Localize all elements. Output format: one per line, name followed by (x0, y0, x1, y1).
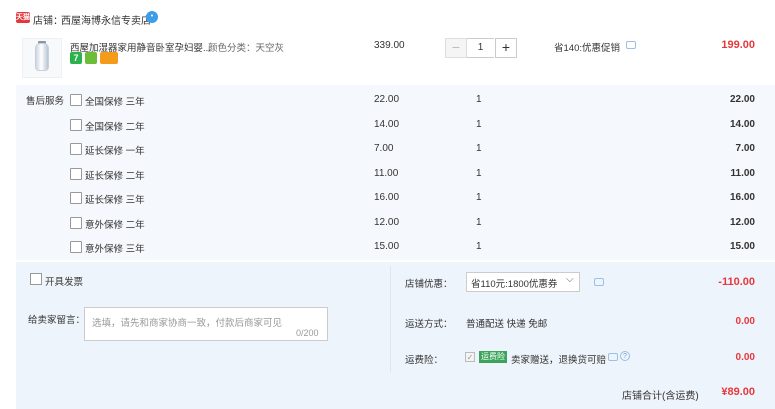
service-qty: 1 (476, 192, 482, 203)
quantity-decrease-button[interactable]: − (445, 38, 467, 58)
message-label: 给卖家留言： (28, 315, 86, 326)
help-icon[interactable]: ? (620, 351, 630, 361)
card-payment-icon (100, 52, 118, 64)
invoice-label: 开具发票 (45, 277, 84, 288)
service-price: 22.00 (374, 94, 400, 105)
service-checkbox[interactable] (70, 217, 82, 229)
quantity-increase-button[interactable]: + (495, 38, 517, 58)
service-name: 意外保修 二年 (85, 220, 145, 231)
insurance-chat-icon[interactable] (608, 353, 618, 361)
service-qty: 1 (476, 241, 482, 252)
service-checkbox[interactable] (70, 192, 82, 204)
service-row: 延长保修 三年 16.00 1 16.00 (70, 188, 775, 212)
service-total: 11.00 (730, 168, 755, 179)
chevron-down-icon: ⌵ (566, 274, 574, 285)
service-row: 延长保修 一年 7.00 1 7.00 (70, 139, 775, 163)
service-name: 全国保修 二年 (85, 122, 145, 133)
coupon-chat-icon[interactable] (594, 278, 604, 286)
product-image (35, 43, 49, 71)
insurance-amount: 0.00 (735, 352, 755, 363)
service-price: 16.00 (374, 192, 400, 203)
insurance-text: 卖家赠送，退换货可赔 (511, 355, 607, 366)
service-checkbox[interactable] (70, 94, 82, 106)
insurance-badge: 运费险 (479, 351, 507, 363)
service-icon (85, 52, 97, 64)
shipping-label: 运送方式： (405, 319, 453, 330)
service-price: 12.00 (374, 217, 400, 228)
product-spec: 颜色分类：天空灰 (208, 43, 285, 54)
store-label: 店铺： (33, 16, 63, 27)
service-name: 延长保修 二年 (85, 171, 145, 182)
seven-day-return-icon: 7 (70, 52, 82, 64)
service-name: 全国保修 三年 (85, 97, 145, 108)
service-price: 15.00 (374, 241, 400, 252)
service-qty: 1 (476, 143, 482, 154)
store-total-label: 店铺合计(含运费) (622, 391, 699, 402)
service-name: 意外保修 三年 (85, 244, 145, 255)
service-price: 11.00 (374, 168, 399, 179)
service-checkbox[interactable] (70, 119, 82, 131)
coupon-selected-value: 省110元:1800优惠券 (471, 279, 558, 290)
service-checkbox[interactable] (70, 241, 82, 253)
promotion-text: 省140:优惠促销 (554, 43, 620, 54)
store-name-link[interactable]: 西屋海博永信专卖店 (61, 12, 151, 27)
service-row: 意外保修 三年 15.00 1 15.00 (70, 237, 775, 261)
footer-divider (390, 266, 391, 372)
services-label: 售后服务 (26, 96, 65, 107)
service-checkbox[interactable] (70, 143, 82, 155)
service-qty: 1 (476, 119, 482, 130)
service-qty: 1 (476, 217, 482, 228)
service-price: 7.00 (374, 143, 394, 154)
service-name: 延长保修 三年 (85, 195, 145, 206)
coupon-amount: -110.00 (718, 276, 755, 288)
seller-message-placeholder: 选填，请先和商家协商一致，付款后商家可见 (92, 318, 283, 329)
service-total: 16.00 (729, 192, 755, 203)
service-name: 延长保修 一年 (85, 146, 145, 157)
insurance-checkbox: ✓ (465, 352, 475, 362)
service-row: 全国保修 三年 22.00 1 22.00 (70, 90, 775, 114)
promotion-chat-icon[interactable] (626, 41, 636, 49)
service-checkbox[interactable] (70, 168, 82, 180)
service-total: 7.00 (735, 143, 755, 154)
quantity-input[interactable]: 1 (467, 38, 494, 58)
service-qty: 1 (476, 168, 482, 179)
service-total: 22.00 (729, 94, 755, 105)
shipping-method: 普通配送 快递 免邮 (466, 319, 548, 330)
tmall-icon: 天猫 (16, 12, 30, 23)
service-row: 延长保修 二年 11.00 1 11.00 (70, 164, 775, 188)
coupon-label: 店铺优惠： (405, 279, 453, 290)
service-total: 14.00 (729, 119, 755, 130)
service-price: 14.00 (374, 119, 400, 130)
insurance-label: 运费险： (405, 355, 444, 366)
service-total: 15.00 (729, 241, 755, 252)
unit-price: 339.00 (374, 40, 405, 51)
service-row: 全国保修 二年 14.00 1 14.00 (70, 115, 775, 139)
item-subtotal: 199.00 (721, 39, 755, 51)
invoice-checkbox[interactable] (30, 273, 42, 285)
service-total: 12.00 (729, 217, 755, 228)
store-total-amount: ¥89.00 (721, 386, 755, 398)
wangwang-icon[interactable]: • (146, 11, 158, 23)
shipping-amount: 0.00 (735, 316, 755, 327)
message-char-count: 0/200 (296, 328, 319, 338)
service-row: 意外保修 二年 12.00 1 12.00 (70, 213, 775, 237)
service-qty: 1 (476, 94, 482, 105)
